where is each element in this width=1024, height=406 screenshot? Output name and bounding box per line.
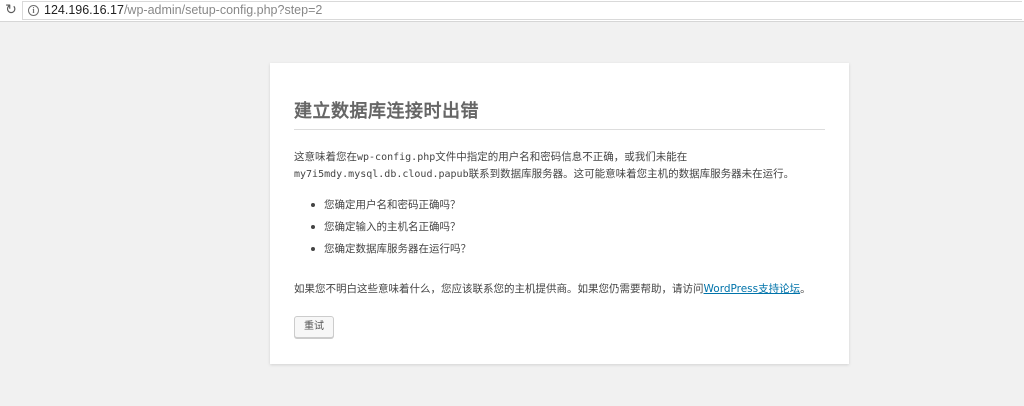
desc-text-3: 联系到数据库服务器。这可能意味着您主机的数据库服务器未在运行。 [468, 168, 795, 180]
bullet-icon [311, 247, 315, 251]
info-icon[interactable]: i [28, 5, 39, 16]
error-card: 建立数据库连接时出错 这意味着您在wp-config.php文件中指定的用户名和… [270, 63, 849, 364]
check-text: 您确定用户名和密码正确吗？ [324, 199, 461, 211]
desc-text-1: 这意味着您在 [294, 151, 357, 163]
title-divider [294, 129, 825, 130]
browser-address-bar: ↻ i 124.196.16.17/wp-admin/setup-config.… [0, 0, 1024, 22]
database-host: my7i5mdy.mysql.db.cloud.papub [294, 169, 469, 180]
check-text: 您确定数据库服务器在运行吗？ [324, 243, 471, 255]
error-title: 建立数据库连接时出错 [294, 101, 479, 122]
support-forum-link[interactable]: WordPress支持论坛 [704, 283, 801, 295]
list-item: 您确定数据库服务器在运行吗？ [294, 241, 471, 263]
help-text: 如果您不明白这些意味着什么，您应该联系您的主机提供商。如果您仍需要帮助，请访问W… [294, 281, 825, 297]
error-description: 这意味着您在wp-config.php文件中指定的用户名和密码信息不正确，或我们… [294, 149, 825, 183]
url-input[interactable]: i 124.196.16.17/wp-admin/setup-config.ph… [22, 1, 1022, 20]
retry-button[interactable]: 重试 [294, 316, 334, 338]
config-filename: wp-config.php [357, 152, 436, 163]
desc-text-2: 文件中指定的用户名和密码信息不正确，或我们未能在 [435, 151, 688, 163]
url-path: /wp-admin/setup-config.php?step=2 [123, 3, 323, 17]
help-text-after: 。 [800, 283, 811, 295]
url-host: 124.196.16.17 [44, 3, 124, 17]
bullet-icon [311, 225, 315, 229]
list-item: 您确定输入的主机名正确吗？ [294, 219, 471, 241]
bullet-icon [311, 203, 315, 207]
help-text-before: 如果您不明白这些意味着什么，您应该联系您的主机提供商。如果您仍需要帮助，请访问 [294, 283, 704, 295]
check-list: 您确定用户名和密码正确吗？ 您确定输入的主机名正确吗？ 您确定数据库服务器在运行… [294, 197, 471, 263]
reload-icon[interactable]: ↻ [3, 2, 19, 18]
list-item: 您确定用户名和密码正确吗？ [294, 197, 471, 219]
check-text: 您确定输入的主机名正确吗？ [324, 221, 461, 233]
